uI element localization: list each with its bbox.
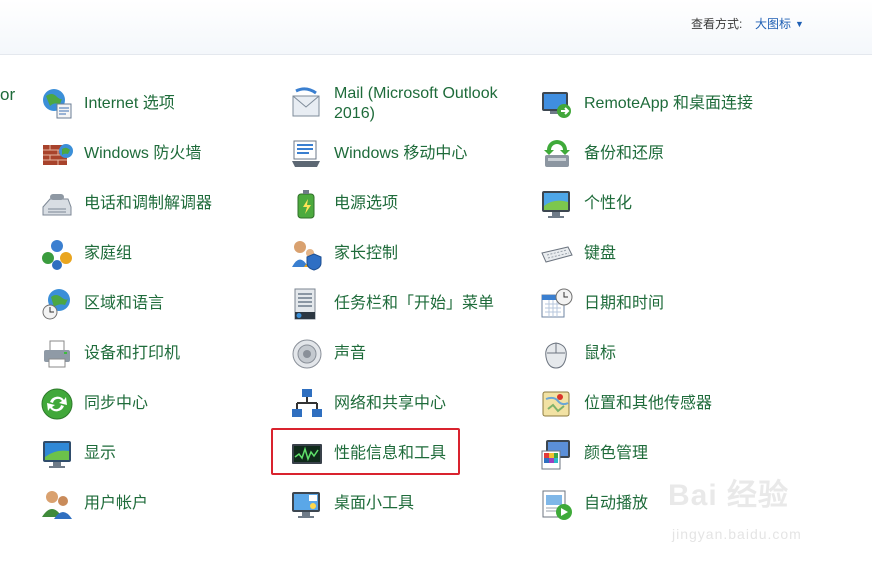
item-keyboard[interactable]: 键盘 [540, 234, 616, 274]
item-internet-options[interactable]: Internet 选项 [40, 84, 175, 124]
item-label: 区域和语言 [84, 295, 165, 312]
mail-icon [292, 87, 320, 117]
item-mouse[interactable]: 鼠标 [540, 334, 616, 374]
clipped-item-label: or [0, 85, 16, 104]
item-label: 显示 [84, 445, 117, 462]
view-by-value: 大图标 [755, 17, 792, 31]
item-color-management[interactable]: 颜色管理 [540, 434, 648, 474]
item-autoplay[interactable]: 自动播放 [540, 484, 648, 524]
item-label: Windows 防火墙 [84, 145, 202, 162]
item-label: 家庭组 [84, 245, 133, 262]
parental-controls-icon [292, 241, 322, 271]
item-remoteapp[interactable]: RemoteApp 和桌面连接 [540, 84, 753, 124]
item-label: 自动播放 [584, 495, 649, 512]
view-by-label: 查看方式: [691, 17, 743, 31]
mouse-icon [545, 342, 567, 369]
item-sync-center[interactable]: 同步中心 [40, 384, 148, 424]
item-label: 家长控制 [334, 245, 399, 262]
chevron-down-icon: ▼ [795, 19, 804, 29]
network-icon [292, 389, 322, 417]
item-phone-modem[interactable]: 电话和调制解调器 [40, 184, 212, 224]
homegroup-icon [42, 240, 72, 270]
item-devices-printers[interactable]: 设备和打印机 [40, 334, 180, 374]
sync-icon [41, 388, 73, 420]
item-windows-firewall[interactable]: Windows 防火墙 [40, 134, 201, 174]
item-label: 用户帐户 [84, 495, 149, 512]
item-label: 同步中心 [84, 395, 149, 412]
firewall-icon [43, 144, 73, 165]
users-icon [42, 491, 72, 519]
toolbar: 查看方式: 大图标 ▼ [0, 0, 872, 55]
item-label: 颜色管理 [584, 445, 649, 462]
item-label: 备份和还原 [584, 145, 665, 162]
item-label: 任务栏和「开始」菜单 [334, 295, 495, 312]
item-power-options[interactable]: 电源选项 [290, 184, 398, 224]
item-label: Mail (Microsoft Outlook 2016) [334, 85, 498, 122]
item-label: 个性化 [584, 195, 633, 212]
phone-modem-icon [42, 194, 72, 216]
item-performance-info-tools[interactable]: 性能信息和工具 [290, 434, 446, 474]
item-user-accounts[interactable]: 用户帐户 [40, 484, 148, 524]
item-label: 鼠标 [584, 345, 617, 362]
item-label: Internet 选项 [84, 95, 175, 112]
performance-monitor-icon [292, 444, 322, 464]
item-homegroup[interactable]: 家庭组 [40, 234, 132, 274]
item-backup-restore[interactable]: 备份和还原 [540, 134, 664, 174]
item-label: 日期和时间 [584, 295, 665, 312]
display-icon [43, 441, 71, 468]
speaker-icon [292, 339, 322, 369]
watermark-logo: Bai 经验 [668, 479, 790, 512]
globe-options-icon [43, 89, 72, 119]
backup-restore-icon [544, 140, 570, 167]
item-date-time[interactable]: 日期和时间 [540, 284, 664, 324]
item-label: 电源选项 [334, 195, 399, 212]
color-management-icon [541, 440, 570, 470]
item-display[interactable]: 显示 [40, 434, 116, 474]
calendar-clock-icon [541, 288, 573, 318]
item-taskbar-start-menu[interactable]: 任务栏和「开始」菜单 [290, 284, 494, 324]
location-sensor-icon [542, 391, 570, 417]
remote-desktop-icon [542, 92, 571, 118]
item-label: 位置和其他传感器 [584, 395, 713, 412]
printer-icon [44, 340, 70, 368]
mobility-center-icon [292, 140, 320, 167]
item-parental-controls[interactable]: 家长控制 [290, 234, 398, 274]
item-label: RemoteApp 和桌面连接 [584, 95, 753, 112]
desktop-gadgets-icon [292, 492, 320, 518]
item-personalization[interactable]: 个性化 [540, 184, 632, 224]
item-label: 声音 [334, 345, 367, 362]
item-network-sharing-center[interactable]: 网络和共享中心 [290, 384, 446, 424]
item-label: Windows 移动中心 [334, 145, 468, 162]
item-label: 电话和调制解调器 [84, 195, 213, 212]
personalization-icon [542, 191, 570, 218]
item-region-language[interactable]: 区域和语言 [40, 284, 164, 324]
view-by-dropdown[interactable]: 大图标 ▼ [755, 15, 804, 32]
item-mail[interactable]: Mail (Microsoft Outlook 2016) [290, 82, 524, 126]
battery-plug-icon [297, 190, 315, 219]
globe-clock-icon [42, 289, 70, 320]
watermark-url: jingyan.baidu.com [672, 526, 802, 542]
item-label: 桌面小工具 [334, 495, 415, 512]
item-desktop-gadgets[interactable]: 桌面小工具 [290, 484, 414, 524]
item-label: 键盘 [584, 245, 617, 262]
baidu-jingyan-watermark: Bai 经验 jingyan.baidu.com [668, 470, 828, 550]
item-label: 性能信息和工具 [334, 445, 447, 462]
autoplay-icon [542, 490, 572, 520]
item-windows-mobility-center[interactable]: Windows 移动中心 [290, 134, 467, 174]
taskbar-icon [294, 288, 316, 320]
keyboard-icon [541, 246, 573, 263]
item-location-sensors[interactable]: 位置和其他传感器 [540, 384, 712, 424]
item-label: 设备和打印机 [84, 345, 181, 362]
item-sound[interactable]: 声音 [290, 334, 366, 374]
item-label: 网络和共享中心 [334, 395, 447, 412]
